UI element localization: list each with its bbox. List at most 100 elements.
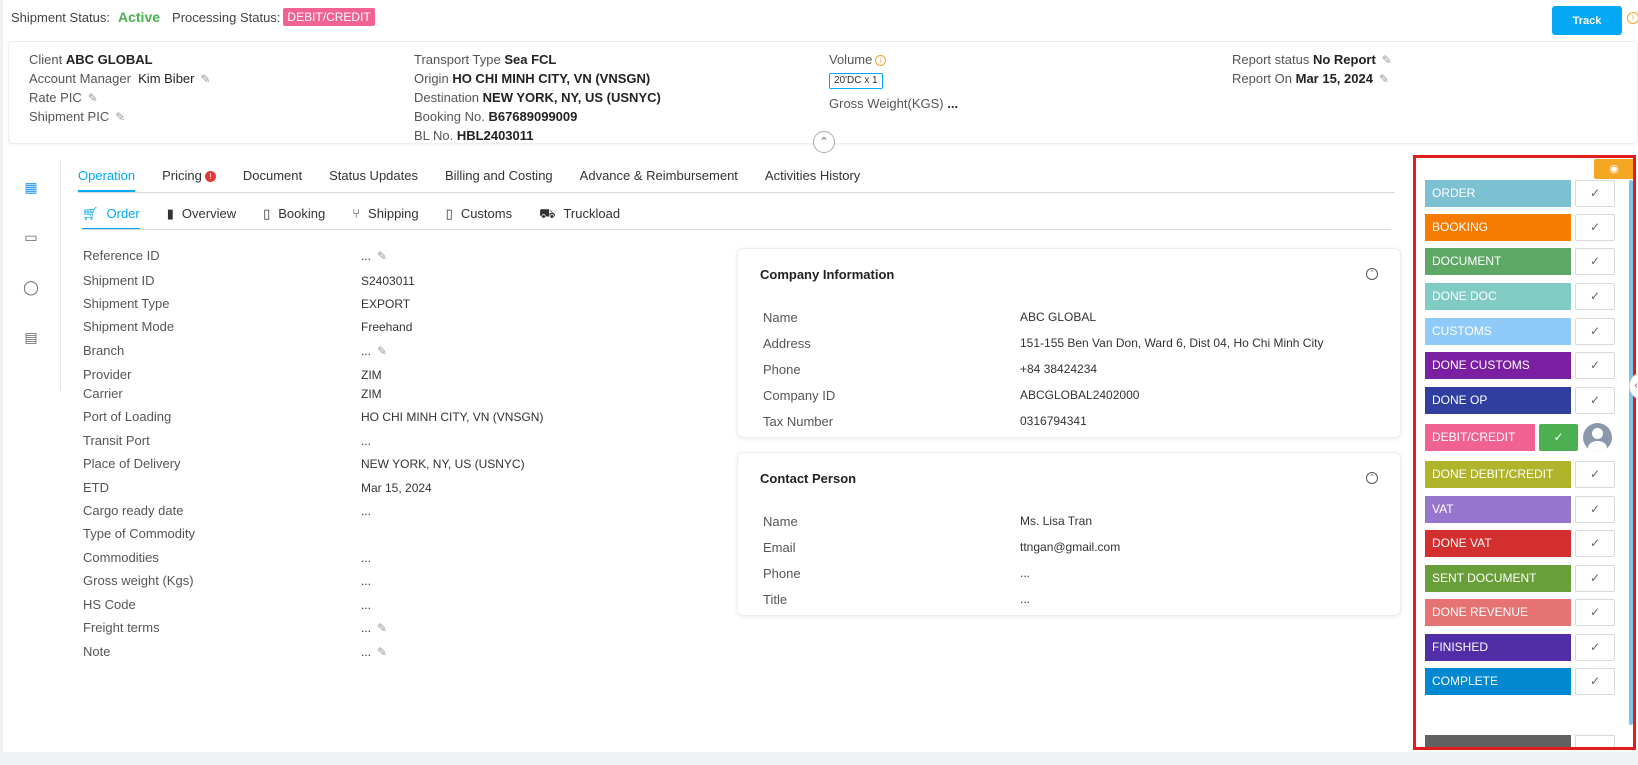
status-check-button[interactable]: ✓: [1575, 668, 1615, 695]
operation-subtabs: 🛒︎ Order ▮ Overview ▯ Booking ⑂ Shipping ▯ Cu…: [82, 206, 647, 230]
chevron-up-icon[interactable]: ⌃: [1366, 268, 1378, 280]
field-label: Shipment Mode: [83, 319, 175, 334]
field-value-text: ...: [361, 344, 372, 358]
status-check-button[interactable]: [1575, 735, 1615, 747]
track-button[interactable]: Track: [1552, 6, 1622, 35]
edit-icon[interactable]: ✎: [377, 247, 387, 265]
status-check-button[interactable]: ✓: [1575, 248, 1615, 275]
shipment-status-label: Shipment Status:: [11, 9, 110, 25]
report-on-value: Mar 15, 2024: [1295, 71, 1373, 86]
field-label: Shipment Type: [83, 296, 170, 311]
field-value: ... ✎: [361, 342, 387, 360]
field-value: Freehand: [361, 320, 413, 334]
alert-icon: !: [204, 171, 216, 183]
tab-pricing[interactable]: Pricing!: [162, 168, 216, 192]
edit-icon[interactable]: ✎: [88, 89, 98, 108]
calendar-icon[interactable]: ▤: [23, 329, 39, 345]
status-check-button[interactable]: ✓: [1575, 318, 1615, 345]
field-label: Type of Commodity: [83, 526, 195, 541]
field-value: ... ✎: [361, 619, 387, 637]
booking-no-value: B67689099009: [488, 109, 578, 124]
field-value: ...: [361, 551, 372, 565]
branch-icon: ⑂: [352, 206, 361, 221]
collapse-header-button[interactable]: ⌃: [813, 131, 835, 153]
shipment-summary-card: Client ABC GLOBAL Account Manager Kim Bi…: [8, 41, 1638, 144]
company-field-label: Address: [763, 336, 811, 351]
subtab-customs[interactable]: ▯ Customs: [446, 206, 512, 230]
status-check-button[interactable]: ✓: [1575, 214, 1615, 241]
main-tabs: Operation Pricing! Document Status Updat…: [78, 168, 887, 192]
status-check-button[interactable]: ✓: [1575, 496, 1615, 523]
status-label: FINISHED: [1425, 634, 1571, 661]
field-label: Shipment ID: [83, 273, 155, 288]
status-check-button[interactable]: ✓: [1575, 283, 1615, 310]
status-check-button[interactable]: ✓: [1575, 461, 1615, 488]
summary-column-client: Client ABC GLOBAL Account Manager Kim Bi…: [29, 50, 211, 126]
subtab-truckload[interactable]: ⛟ Truckload: [539, 206, 620, 230]
field-value: ... ✎: [361, 643, 387, 661]
status-check-button[interactable]: ✓: [1575, 530, 1615, 557]
status-check-button[interactable]: ✓: [1575, 352, 1615, 379]
tab-billing-and-costing[interactable]: Billing and Costing: [445, 168, 553, 192]
field-value: ...: [361, 598, 372, 612]
subtab-order-label: Order: [106, 206, 140, 221]
contact-field-label: Name: [763, 514, 798, 529]
client-label: Client: [29, 52, 63, 67]
edit-icon[interactable]: ✎: [377, 342, 387, 360]
chat-icon[interactable]: ▭: [23, 229, 39, 245]
contact-field-label: Email: [763, 540, 796, 555]
origin-label: Origin: [414, 71, 449, 86]
info-icon[interactable]: i: [1627, 12, 1638, 24]
edit-icon[interactable]: ✎: [1382, 51, 1392, 70]
company-field-label: Tax Number: [763, 414, 834, 429]
field-label: Transit Port: [83, 433, 150, 448]
status-label: DONE CUSTOMS: [1425, 352, 1571, 379]
volume-chip: 20'DC x 1: [829, 73, 883, 89]
tab-advance-reimbursement[interactable]: Advance & Reimbursement: [580, 168, 738, 192]
eye-icon[interactable]: ◉: [1594, 159, 1633, 179]
field-label: Branch: [83, 343, 125, 358]
status-check-button[interactable]: ✓: [1575, 565, 1615, 592]
chevron-up-icon[interactable]: ⌃: [1366, 472, 1378, 484]
field-value-text: ...: [361, 249, 372, 263]
tab-activities-history[interactable]: Activities History: [765, 168, 860, 192]
report-status-label: Report status: [1232, 52, 1310, 67]
tab-status-updates[interactable]: Status Updates: [329, 168, 418, 192]
edit-icon[interactable]: ✎: [1379, 70, 1389, 89]
field-value: ...: [361, 434, 372, 448]
contact-field-label: Phone: [763, 566, 801, 581]
edit-icon[interactable]: ✎: [377, 643, 387, 661]
status-label: DONE OP: [1425, 387, 1571, 414]
panel-scrollbar[interactable]: [1629, 180, 1633, 725]
grid-icon[interactable]: ▦: [23, 179, 39, 195]
contact-field-value: Ms. Lisa Tran: [1020, 514, 1093, 528]
edit-icon[interactable]: ✎: [201, 70, 211, 89]
destination-value: NEW YORK, NY, US (USNYC): [482, 90, 661, 105]
subtab-order[interactable]: 🛒︎ Order: [82, 206, 140, 230]
subtabs-divider: [82, 229, 1391, 230]
subtab-overview[interactable]: ▮ Overview: [167, 206, 236, 230]
field-label: Place of Delivery: [83, 456, 181, 471]
info-icon[interactable]: i: [875, 55, 887, 67]
rate-pic-label: Rate PIC: [29, 90, 82, 105]
edit-icon[interactable]: ✎: [377, 619, 387, 637]
report-on-label: Report On: [1232, 71, 1292, 86]
status-check-button[interactable]: ✓: [1575, 180, 1615, 207]
user-icon[interactable]: ◯: [23, 279, 39, 295]
subtab-booking[interactable]: ▯ Booking: [263, 206, 325, 230]
company-field-value: +84 38424234: [1020, 362, 1098, 376]
truck-icon: ⛟: [539, 206, 556, 221]
subtab-overview-label: Overview: [181, 206, 237, 221]
tab-document[interactable]: Document: [243, 168, 302, 192]
status-check-button[interactable]: ✓: [1575, 387, 1615, 414]
field-value: ZIM: [361, 387, 382, 401]
status-check-button[interactable]: ✓: [1575, 634, 1615, 661]
status-check-button[interactable]: ✓: [1575, 599, 1615, 626]
field-label: Freight terms: [83, 620, 160, 635]
subtab-customs-label: Customs: [460, 206, 513, 221]
status-label: BOOKING: [1425, 214, 1571, 241]
tab-operation[interactable]: Operation: [78, 168, 136, 192]
subtab-shipping[interactable]: ⑂ Shipping: [352, 206, 418, 230]
edit-icon[interactable]: ✎: [115, 108, 125, 127]
status-check-button[interactable]: ✓: [1539, 424, 1578, 451]
